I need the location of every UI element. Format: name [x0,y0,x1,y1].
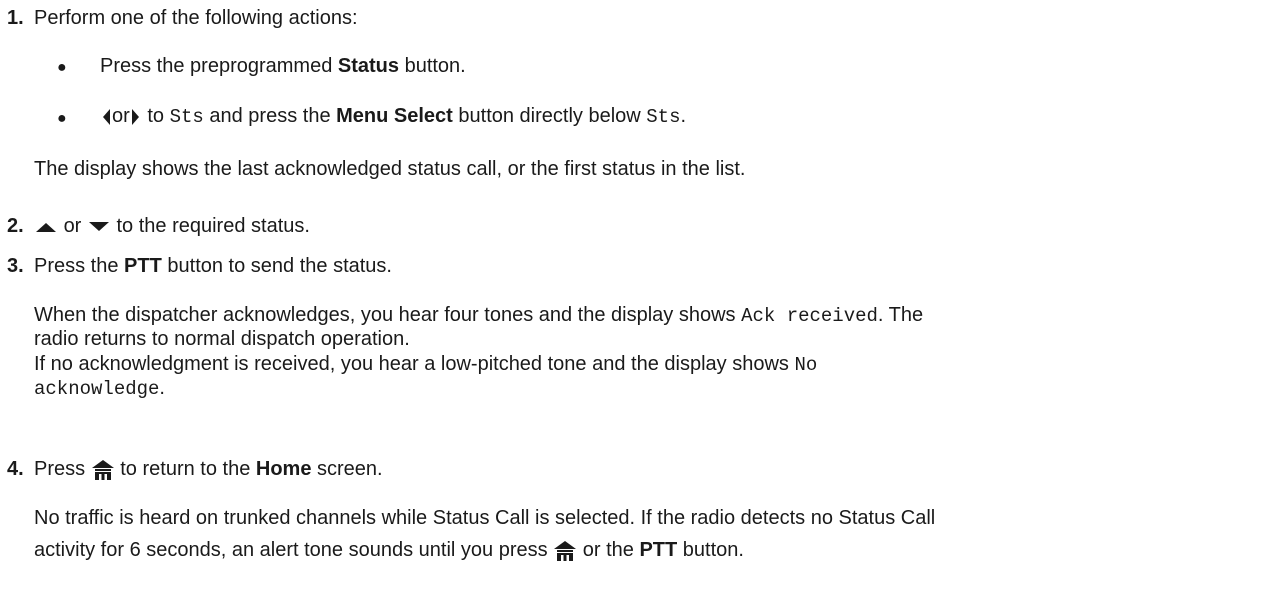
step-1-text: Perform one of the following actions: [34,7,358,29]
step-4-text: Press to return to the Home screen. [34,457,383,481]
result-line-2-end: button. [677,539,744,561]
ptt-label: PTT [124,255,162,277]
step-4-end: screen. [311,458,383,480]
step-3-result-1: When the dispatcher acknowledges, you he… [34,303,923,328]
step-1-result: The display shows the last acknowledged … [34,158,746,180]
result-line-2-or: or the [577,539,640,561]
step-3-result-2-line-2: acknowledge. [34,376,165,401]
bullet-2-post: button directly below [452,105,647,127]
sts-display-text: Sts [169,106,204,128]
step-1-number: 1. [7,7,24,29]
step-4-result-line-2: activity for 6 seconds, an alert tone so… [34,538,744,562]
step-2-text: or to the required status. [34,214,310,238]
or-text: or [63,215,82,237]
bullet-marker: ● [57,110,67,127]
step-1-bullet-1: Press the preprogrammed Status button. [100,54,466,78]
bullet-2-mid: and press the [203,105,337,127]
bullet-2-end: . [680,105,687,127]
left-arrow-icon [103,108,110,125]
step-3-result-2: If no acknowledgment is received, you he… [34,352,817,377]
step-2-rest: to the required status. [110,215,310,237]
or-text: or [112,105,130,127]
sts-display-text: Sts [646,106,681,128]
result-line-2-pre: activity for 6 seconds, an alert tone so… [34,539,554,561]
step-4-result-line-1: No traffic is heard on trunked channels … [34,507,936,529]
menu-select-label: Menu Select [336,105,453,127]
result-1-pre: When the dispatcher acknowledges, you he… [34,304,742,326]
ptt-label: PTT [639,539,678,561]
no-display-text: No [794,354,818,376]
result-2-end: . [159,377,165,399]
step-3-number: 3. [7,255,24,277]
right-arrow-icon [131,108,139,125]
ack-received-display: Ack received [741,305,878,327]
step-4-post: to return to the [114,458,256,480]
down-arrow-icon [88,221,109,231]
step-1-bullet-2: or to Sts and press the Menu Select butt… [100,104,686,129]
step-4-number: 4. [7,458,24,480]
home-icon [554,540,577,561]
home-icon [91,459,114,480]
acknowledge-display-text: acknowledge [34,378,160,400]
up-arrow-icon [36,222,56,232]
step-3-pre: Press the [34,255,125,277]
step-2-number: 2. [7,215,24,237]
result-2-pre: If no acknowledgment is received, you he… [34,353,795,375]
to-text: to [141,105,170,127]
step-3-result-1-line-2: radio returns to normal dispatch operati… [34,328,410,350]
result-1-post: . The [877,304,924,326]
bullet-1-pre: Press the preprogrammed [100,55,338,77]
step-3-post: button to send the status. [161,255,392,277]
bullet-1-post: button. [399,55,466,77]
home-screen-label: Home [255,458,312,480]
status-button-label: Status [337,55,400,77]
bullet-marker: ● [57,59,67,76]
step-3-text: Press the PTT button to send the status. [34,254,392,278]
step-4-pre: Press [34,458,91,480]
